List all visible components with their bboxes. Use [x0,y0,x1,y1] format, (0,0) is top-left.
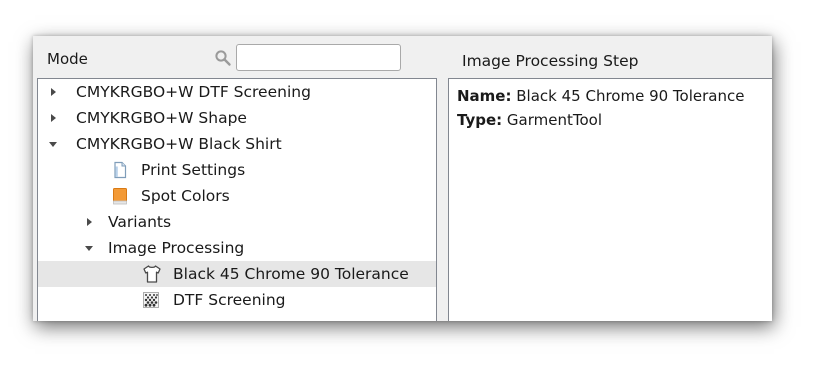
detail-name-label: Name: [457,87,512,105]
expand-arrow-icon[interactable] [46,105,60,131]
tree-item-spot-colors[interactable]: Spot Colors [38,183,436,209]
tree-item-black-shirt-mode[interactable]: CMYKRGBO+W Black Shirt [38,131,436,157]
expand-arrow-icon[interactable] [46,79,60,105]
mode-editor-window: Mode CMYKRGBO+W DTF Screening CMYKRGBO+W… [33,36,772,321]
document-icon [114,161,127,179]
tree-item-dtf-screening-step[interactable]: DTF Screening [38,287,436,313]
tree-item-shape-mode[interactable]: CMYKRGBO+W Shape [38,105,436,131]
details-panel: Name: Black 45 Chrome 90 Tolerance Type:… [448,78,772,321]
spot-color-swatch-icon [113,188,127,205]
search-icon [215,50,231,66]
tree-item-label: Image Processing [108,239,245,257]
detail-type-row: Type: GarmentTool [457,111,602,129]
tree-item-label: CMYKRGBO+W Shape [76,109,247,127]
tree-item-label: Variants [108,213,172,231]
mode-tree[interactable]: CMYKRGBO+W DTF Screening CMYKRGBO+W Shap… [37,78,437,321]
tree-item-print-settings[interactable]: Print Settings [38,157,436,183]
halftone-icon [143,292,159,308]
mode-label: Mode [47,50,88,68]
details-panel-title: Image Processing Step [462,52,639,70]
tshirt-icon [143,265,161,283]
tree-item-variants[interactable]: Variants [38,209,436,235]
detail-type-value: GarmentTool [506,111,603,129]
detail-name-value: Black 45 Chrome 90 Tolerance [516,87,745,105]
tree-item-label: Spot Colors [141,187,230,205]
tree-item-label: Print Settings [141,161,246,179]
tree-item-image-processing[interactable]: Image Processing [38,235,436,261]
expand-arrow-icon[interactable] [82,209,96,235]
tree-item-label: Black 45 Chrome 90 Tolerance [173,265,409,283]
tree-item-dtf-screening-mode[interactable]: CMYKRGBO+W DTF Screening [38,79,436,105]
collapse-arrow-icon[interactable] [82,235,96,261]
mode-search-input[interactable] [236,44,401,71]
tree-item-label: DTF Screening [173,291,286,309]
collapse-arrow-icon[interactable] [46,131,60,157]
tree-item-black-45-chrome-90-tolerance[interactable]: Black 45 Chrome 90 Tolerance [38,261,436,287]
detail-name-row: Name: Black 45 Chrome 90 Tolerance [457,87,744,105]
tree-item-label: CMYKRGBO+W DTF Screening [76,83,311,101]
detail-type-label: Type: [457,111,503,129]
tree-item-label: CMYKRGBO+W Black Shirt [76,135,282,153]
